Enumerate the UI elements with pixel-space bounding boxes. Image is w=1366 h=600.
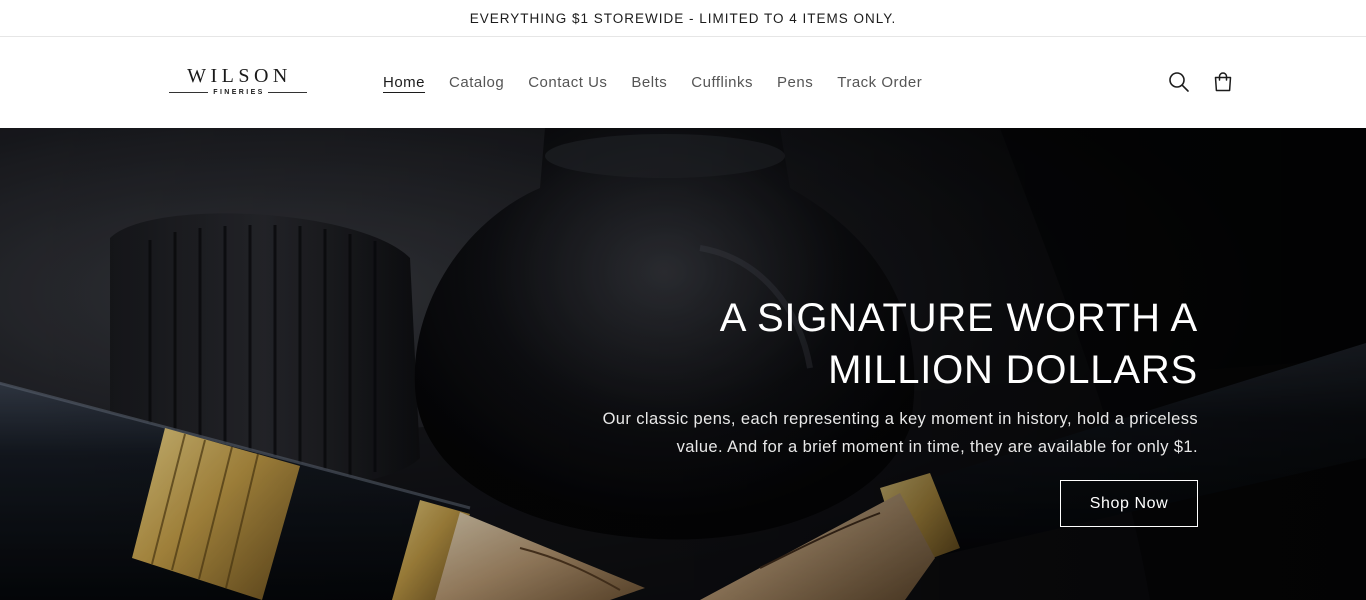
logo-rule-right bbox=[267, 92, 308, 93]
announcement-bar: EVERYTHING $1 STOREWIDE - LIMITED TO 4 I… bbox=[0, 0, 1366, 37]
announcement-text: EVERYTHING $1 STOREWIDE - LIMITED TO 4 I… bbox=[469, 10, 897, 26]
hero-title: A SIGNATURE WORTH A MILLION DOLLARS bbox=[578, 292, 1198, 396]
nav-item-belts[interactable]: Belts bbox=[631, 73, 667, 93]
nav-item-track-order[interactable]: Track Order bbox=[837, 73, 922, 93]
cart-icon bbox=[1214, 72, 1232, 92]
site-header: WILSON FINERIES Home Catalog Contact Us … bbox=[0, 37, 1366, 128]
nav-item-pens[interactable]: Pens bbox=[777, 73, 813, 93]
hero-description-line-2: value. And for a brief moment in time, t… bbox=[676, 438, 1198, 456]
nav-item-home[interactable]: Home bbox=[383, 73, 425, 93]
brand-logo[interactable]: WILSON FINERIES bbox=[169, 65, 308, 98]
hero-content: A SIGNATURE WORTH A MILLION DOLLARS Our … bbox=[578, 292, 1198, 461]
nav-item-cufflinks[interactable]: Cufflinks bbox=[691, 73, 753, 93]
brand-tagline-row: FINERIES bbox=[169, 88, 308, 97]
brand-tagline: FINERIES bbox=[213, 89, 265, 96]
nav-item-catalog[interactable]: Catalog bbox=[449, 73, 504, 93]
nav-item-contact-us[interactable]: Contact Us bbox=[528, 73, 607, 93]
search-icon bbox=[1169, 72, 1189, 92]
main-nav: Home Catalog Contact Us Belts Cufflinks … bbox=[383, 37, 946, 128]
brand-name: WILSON bbox=[187, 65, 292, 87]
hero-title-line-1: A SIGNATURE WORTH A bbox=[719, 296, 1198, 340]
shop-now-button[interactable]: Shop Now bbox=[1060, 480, 1198, 527]
hero-title-line-2: MILLION DOLLARS bbox=[828, 348, 1198, 392]
hero-banner: A SIGNATURE WORTH A MILLION DOLLARS Our … bbox=[0, 128, 1366, 600]
hero-description: Our classic pens, each representing a ke… bbox=[578, 405, 1198, 461]
hero-description-line-1: Our classic pens, each representing a ke… bbox=[602, 410, 1198, 428]
search-button[interactable] bbox=[1167, 70, 1191, 94]
cart-button[interactable] bbox=[1211, 70, 1235, 94]
logo-rule-left bbox=[169, 92, 209, 93]
